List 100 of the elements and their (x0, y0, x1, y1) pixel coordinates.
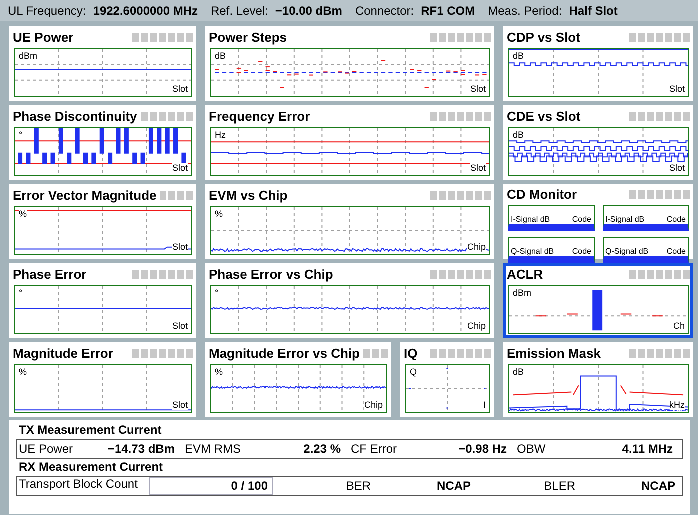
measurement-tile[interactable]: Power Steps dB Slot (205, 26, 494, 101)
result-label: CF Error (351, 442, 398, 456)
tile-title: Emission Mask (506, 346, 601, 361)
axis-label: Slot (172, 84, 188, 94)
section-title: RX Measurement Current (18, 459, 164, 476)
header-value: 1922.6000000 MHz (93, 4, 198, 18)
axis-label: Slot (669, 163, 685, 173)
unit-label: % (215, 209, 224, 219)
measurement-tile[interactable]: Phase Error ° Slot (9, 263, 196, 338)
tile-title: UE Power (12, 30, 74, 45)
axis-label: Slot (470, 84, 486, 94)
status-indicator-icon (629, 112, 690, 121)
status-indicator-icon (430, 270, 491, 279)
tile-title: Error Vector Magnitude (12, 188, 157, 203)
measurement-tile[interactable]: CDE vs Slot dB Slot (503, 105, 693, 180)
unit-label: Hz (215, 130, 226, 140)
header-label: Ref. Level: (211, 4, 268, 18)
tile-title: Phase Error vs Chip (208, 267, 334, 282)
tile-title: ACLR (506, 267, 544, 282)
section-title: TX Measurement Current (18, 422, 162, 439)
axis-label: Code (666, 215, 687, 224)
status-indicator-icon (629, 270, 690, 279)
axis-label: Chip (364, 400, 383, 410)
measurement-tile[interactable]: Magnitude Error % Slot (9, 342, 196, 417)
status-indicator-icon (430, 191, 491, 200)
axis-label: Code (666, 247, 687, 256)
status-indicator-icon (629, 349, 690, 358)
result-label: Transport Block Count (19, 477, 139, 493)
status-indicator-icon (132, 349, 193, 358)
result-label: OBW (517, 442, 547, 456)
result-label: BER (345, 479, 371, 493)
status-indicator-icon (362, 349, 388, 358)
graph-label: I-Signal dB (604, 215, 646, 224)
result-label: UE Power (19, 442, 74, 456)
axis-label: I (483, 400, 486, 410)
axis-label: kHz (670, 400, 685, 410)
measurement-tile[interactable]: Frequency Error Hz Slot (205, 105, 494, 180)
status-indicator-icon (430, 112, 491, 121)
axis-label: Code (571, 215, 592, 224)
result-field: 0 / 100 (149, 477, 273, 495)
unit-label: dBm (19, 51, 38, 61)
axis-label: Slot (172, 400, 188, 410)
axis-label: Slot (172, 242, 188, 252)
status-indicator-icon (430, 349, 491, 358)
axis-label: Code (571, 247, 592, 256)
axis-label: Slot (172, 321, 188, 331)
graph-label: I-Signal dB (510, 215, 552, 224)
tile-title: CDE vs Slot (506, 109, 581, 124)
measurement-tile[interactable]: Phase Error vs Chip ° Chip (205, 263, 494, 338)
result-value: NCAP (436, 479, 471, 493)
result-value: −14.73 dBm (106, 442, 175, 456)
tile-title: Magnitude Error vs Chip (208, 346, 360, 361)
status-indicator-icon (629, 33, 690, 42)
axis-label: Ch (673, 321, 685, 331)
measurement-tile[interactable]: UE Power dBm Slot (9, 26, 196, 101)
graph-label: Q-Signal dB (510, 247, 556, 256)
header-label: Connector: (355, 4, 414, 18)
status-indicator-icon (132, 33, 193, 42)
tile-title: Power Steps (208, 30, 288, 45)
header-value: RF1 COM (421, 4, 476, 18)
header-value: −10.00 dBm (275, 4, 342, 18)
unit-label: dBm (513, 288, 532, 298)
status-indicator-icon (629, 190, 690, 199)
measurement-tile[interactable]: ACLR dBm Ch (503, 263, 693, 338)
tile-title: CDP vs Slot (506, 30, 580, 45)
measurement-tile[interactable]: Emission Mask dB kHz (503, 342, 693, 417)
unit-label: % (19, 209, 28, 219)
unit-label: dB (513, 367, 524, 377)
unit-label: Q (410, 367, 418, 377)
axis-label: Slot (172, 163, 188, 173)
axis-label: Chip (467, 321, 486, 331)
unit-label: % (215, 367, 224, 377)
axis-label: Slot (669, 84, 685, 94)
axis-label: Chip (467, 242, 486, 252)
tile-title: IQ (403, 346, 418, 361)
status-indicator-icon (140, 112, 193, 121)
result-label: EVM RMS (185, 442, 242, 456)
result-value: −0.98 Hz (458, 442, 507, 456)
result-value: 4.11 MHz (621, 442, 673, 456)
tile-title: Phase Discontinuity (12, 109, 138, 124)
unit-label: dB (513, 130, 524, 140)
result-label: BLER (543, 479, 576, 493)
status-indicator-icon (132, 270, 193, 279)
status-indicator-icon (430, 33, 491, 42)
measurement-tile[interactable]: Magnitude Error vs Chip % Chip (205, 342, 391, 417)
unit-label: dB (513, 51, 524, 61)
graph-label: Q-Signal dB (604, 247, 650, 256)
tile-title: Phase Error (12, 267, 87, 282)
tile-title: Magnitude Error (12, 346, 114, 361)
unit-label: % (19, 367, 28, 377)
result-value: 2.23 % (302, 442, 341, 456)
header-value: Half Slot (569, 4, 618, 18)
axis-label: Slot (470, 163, 486, 173)
unit-label: dB (215, 51, 226, 61)
measurement-tile[interactable]: EVM vs Chip % Chip (205, 184, 494, 259)
measurement-tile[interactable]: CDP vs Slot dB Slot (503, 26, 693, 101)
result-value: NCAP (640, 479, 676, 493)
measurement-tile[interactable]: Phase Discontinuity ° Slot (9, 105, 196, 180)
measurement-tile[interactable]: Error Vector Magnitude % Slot (9, 184, 196, 259)
measurement-tile[interactable]: IQ Q I (400, 342, 494, 417)
